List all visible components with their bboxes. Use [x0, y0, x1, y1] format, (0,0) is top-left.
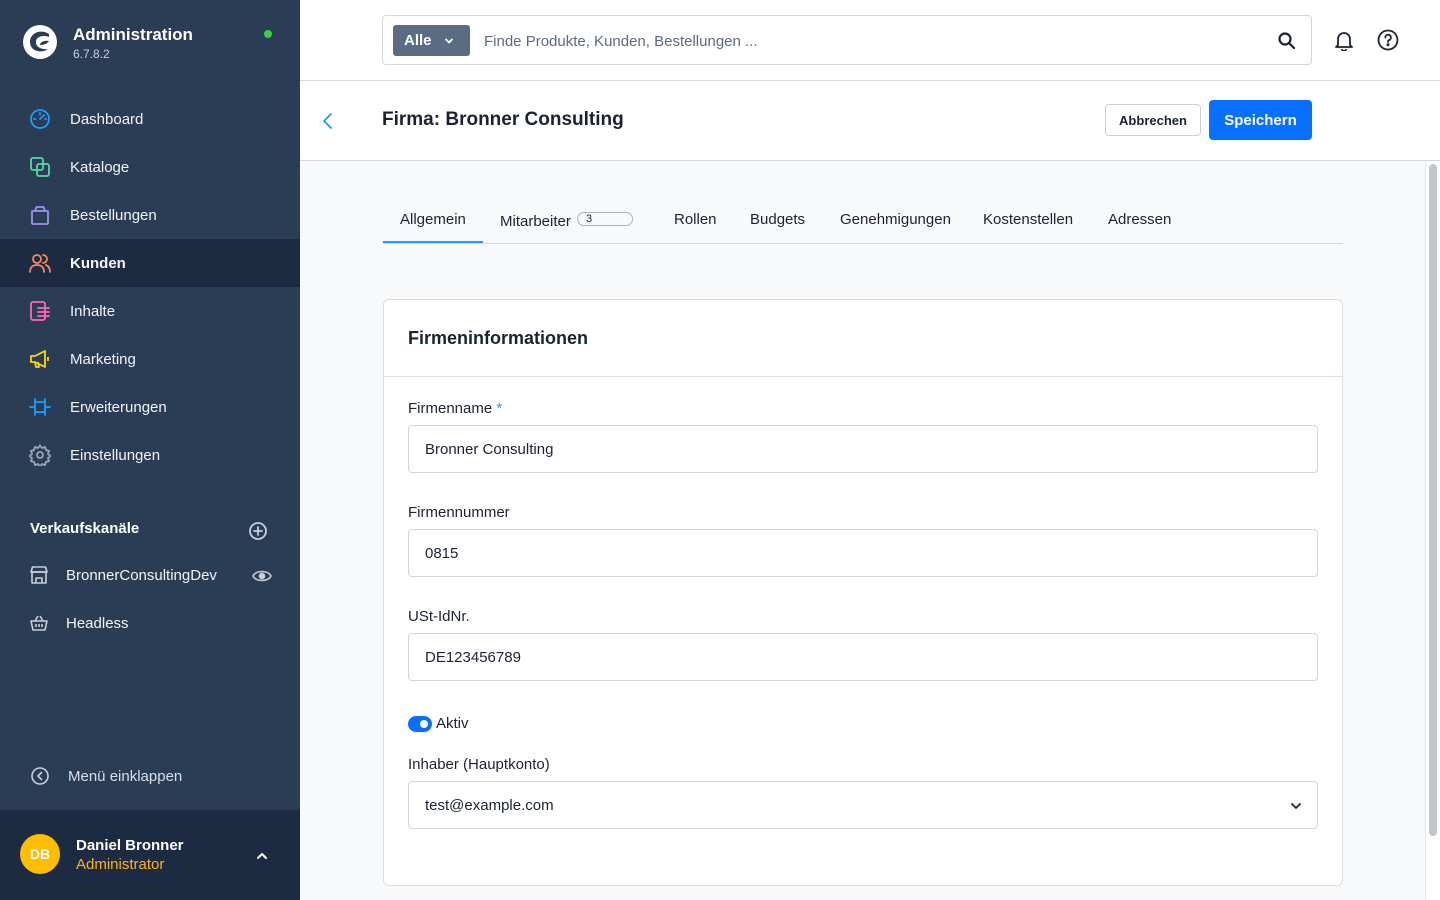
main-content: Allgemein Mitarbeiter 3 Rollen Budgets G… [300, 161, 1425, 900]
divider [384, 376, 1342, 377]
company-name-label: Firmenname * [408, 400, 502, 417]
owner-label: Inhaber (Hauptkonto) [408, 756, 550, 773]
chevron-left-circle-icon [31, 767, 49, 785]
main-nav: Dashboard Kataloge Bestellungen Kunden I… [0, 95, 300, 479]
nav-label: Bestellungen [70, 206, 157, 224]
vat-id-label: USt-IdNr. [408, 608, 470, 625]
nav-item-kunden[interactable]: Kunden [0, 239, 300, 287]
field-label-text: Firmenname [408, 400, 493, 417]
nav-label: Dashboard [70, 110, 144, 128]
megaphone-icon [28, 347, 52, 371]
shopping-bag-icon [28, 203, 52, 227]
add-circle-icon[interactable] [248, 521, 268, 541]
back-arrow-icon[interactable] [320, 111, 336, 131]
tab-allgemein[interactable]: Allgemein [400, 211, 466, 228]
page-header: Firma: Bronner Consulting Abbrechen Spei… [300, 81, 1440, 161]
nav-label: Inhalte [70, 302, 116, 320]
nav-label: Einstellungen [70, 446, 161, 464]
tab-label: Mitarbeiter [500, 213, 571, 230]
collapse-menu-button[interactable]: Menü einklappen [30, 766, 182, 786]
global-search: Alle [382, 15, 1312, 65]
user-name: Daniel Bronner [76, 837, 184, 854]
users-icon [28, 251, 52, 275]
tab-bar: Allgemein Mitarbeiter 3 Rollen Budgets G… [383, 199, 1343, 244]
active-toggle[interactable] [408, 716, 432, 732]
nav-label: Kataloge [70, 158, 130, 176]
toggle-knob [420, 720, 428, 728]
search-input[interactable] [484, 30, 1244, 52]
sales-channel-label: BronnerConsultingDev [66, 566, 217, 584]
company-number-label: Firmennummer [408, 504, 510, 521]
nav-label: Erweiterungen [70, 398, 167, 416]
chevron-up-icon[interactable] [254, 848, 270, 864]
content-icon [28, 299, 52, 323]
tab-mitarbeiter[interactable]: Mitarbeiter 3 [500, 212, 634, 230]
tab-rollen[interactable]: Rollen [674, 211, 717, 228]
basket-icon [28, 611, 50, 635]
save-button[interactable]: Speichern [1209, 100, 1312, 140]
company-number-field[interactable] [408, 529, 1318, 577]
scrollbar-thumb[interactable] [1429, 164, 1437, 836]
active-tab-underline [383, 241, 483, 243]
top-bar: Alle [300, 0, 1440, 81]
chevron-down-icon [445, 38, 453, 44]
sidebar: Administration 6.7.8.2 Dashboard Katalog… [0, 0, 300, 900]
nav-item-inhalte[interactable]: Inhalte [0, 287, 300, 335]
company-info-card: Firmeninformationen Firmenname * Firmenn… [383, 299, 1343, 886]
owner-select-value: test@example.com [425, 797, 554, 814]
search-type-label: Alle [404, 32, 432, 49]
eye-icon[interactable] [252, 568, 272, 584]
help-icon[interactable] [1377, 29, 1399, 51]
sales-channel-bronnerconsultingdev[interactable]: BronnerConsultingDev [28, 563, 217, 587]
required-mark: * [496, 400, 503, 417]
plug-icon [28, 395, 52, 419]
app-version: 6.7.8.2 [73, 47, 110, 61]
bell-icon[interactable] [1334, 29, 1354, 51]
nav-item-marketing[interactable]: Marketing [0, 335, 300, 383]
nav-item-erweiterungen[interactable]: Erweiterungen [0, 383, 300, 431]
sales-channels-title: Verkaufskanäle [30, 520, 140, 537]
sales-channel-headless[interactable]: Headless [28, 611, 129, 635]
page-title: Firma: Bronner Consulting [382, 109, 624, 130]
owner-select[interactable]: test@example.com [408, 781, 1318, 829]
search-type-dropdown[interactable]: Alle [393, 25, 470, 56]
nav-label: Marketing [70, 350, 136, 368]
nav-item-kataloge[interactable]: Kataloge [0, 143, 300, 191]
cancel-button[interactable]: Abbrechen [1105, 104, 1201, 136]
products-icon [28, 155, 52, 179]
nav-label: Kunden [70, 254, 126, 272]
avatar: DB [20, 834, 60, 874]
chevron-down-icon [1291, 803, 1301, 809]
shopware-logo-icon [23, 25, 57, 59]
vat-id-field[interactable] [408, 633, 1318, 681]
search-icon[interactable] [1277, 31, 1297, 51]
card-title: Firmeninformationen [408, 328, 589, 348]
tab-adressen[interactable]: Adressen [1108, 211, 1171, 228]
nav-item-bestellungen[interactable]: Bestellungen [0, 191, 300, 239]
user-menu[interactable]: DB Daniel Bronner Administrator [0, 810, 300, 900]
storefront-icon [28, 563, 50, 587]
active-toggle-label[interactable]: Aktiv [436, 715, 469, 732]
tab-kostenstellen[interactable]: Kostenstellen [983, 211, 1073, 228]
gear-icon [28, 443, 52, 467]
tab-budgets[interactable]: Budgets [750, 211, 805, 228]
scrollbar[interactable] [1425, 161, 1440, 900]
online-status-dot [264, 30, 272, 38]
nav-item-dashboard[interactable]: Dashboard [0, 95, 300, 143]
count-badge: 3 [577, 212, 634, 226]
company-name-field[interactable] [408, 425, 1318, 473]
brand[interactable]: Administration 6.7.8.2 [22, 24, 193, 61]
collapse-menu-label: Menü einklappen [68, 767, 183, 785]
nav-item-einstellungen[interactable]: Einstellungen [0, 431, 300, 479]
tab-genehmigungen[interactable]: Genehmigungen [840, 211, 951, 228]
app-title: Administration [73, 25, 193, 44]
sales-channel-label: Headless [66, 614, 129, 632]
user-role: Administrator [76, 856, 165, 873]
gauge-icon [28, 107, 52, 131]
